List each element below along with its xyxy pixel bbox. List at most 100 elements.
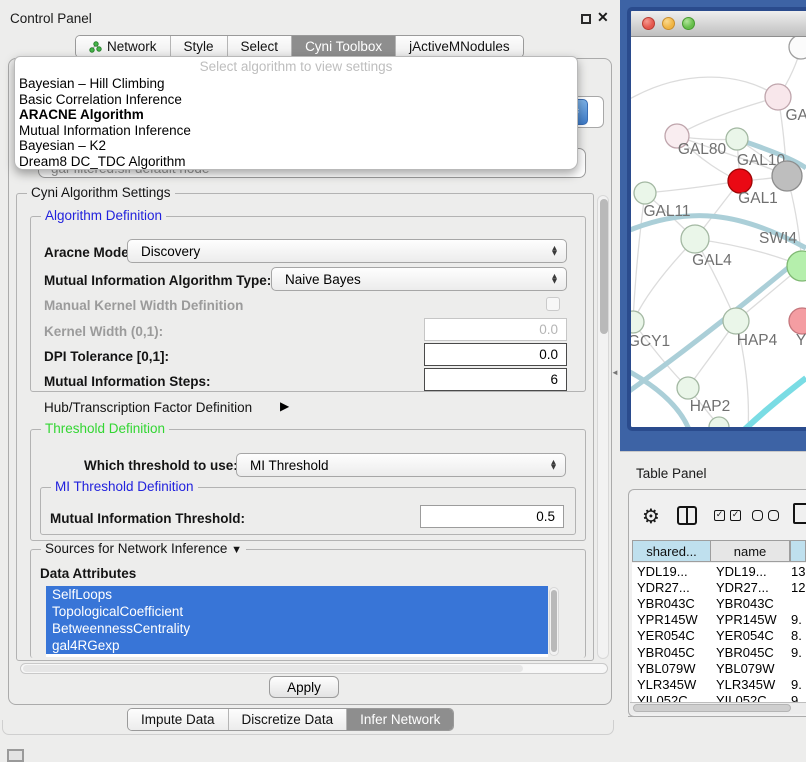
network-graph[interactable]: GALGAL80GAL10GAL1GAL11SWI4GAL4GCY1HAP4YH… [631, 37, 806, 427]
settings-gear-icon[interactable]: ⚙ [642, 504, 660, 528]
network-edge[interactable] [645, 181, 740, 193]
column-header-clipped[interactable] [790, 540, 806, 562]
table-hscrollbar-thumb[interactable] [633, 704, 791, 712]
table-cell: YBR043C [711, 596, 788, 611]
split-columns-icon[interactable] [677, 506, 697, 525]
table-row[interactable]: YDL19...YDL19...13 [632, 563, 806, 579]
hub-definition-label[interactable]: Hub/Transcription Factor Definition [44, 400, 252, 415]
network-window-titlebar[interactable] [631, 11, 806, 37]
aracne-mode-combo[interactable]: Discovery ▲▼ [127, 239, 567, 263]
table-row[interactable]: YDR27...YDR27...12 [632, 579, 806, 595]
dropdown-item-bayesian-k2[interactable]: Bayesian – K2 [15, 138, 577, 154]
network-edge[interactable] [677, 97, 778, 136]
kernel-width-label: Kernel Width (0,1): [44, 324, 163, 339]
checked-box-icon[interactable]: ✓ [714, 510, 725, 521]
dropdown-item-mutual-information-inference[interactable]: Mutual Information Inference [15, 123, 577, 139]
table-row[interactable]: YPR145WYPR145W9. [632, 612, 806, 628]
network-node-hap2[interactable] [677, 377, 699, 399]
close-traffic-light[interactable] [642, 17, 655, 30]
network-icon [89, 41, 102, 53]
attr-list-vscrollbar[interactable] [549, 587, 559, 656]
node-table: YDL19...YDL19...13YDR27...YDR27...12YBR0… [632, 563, 806, 702]
close-panel-icon[interactable]: ✕ [597, 9, 609, 26]
table-cell: YER054C [711, 628, 788, 643]
network-node-gcy1[interactable] [631, 311, 644, 333]
table-cell: 9. [788, 612, 806, 627]
kernel-width-field[interactable]: 0.0 [424, 318, 567, 341]
table-row[interactable]: YLR345WYLR345W9. [632, 676, 806, 692]
minimize-traffic-light[interactable] [662, 17, 675, 30]
table-cell: 12 [788, 580, 806, 595]
dropdown-item-aracne-algorithm[interactable]: ARACNE Algorithm [15, 107, 577, 123]
file-icon[interactable] [793, 503, 806, 524]
settings-hscrollbar-thumb[interactable] [23, 665, 523, 672]
network-node-gal10[interactable] [726, 128, 748, 150]
table-row[interactable]: YBL079WYBL079W [632, 660, 806, 676]
table-cell: YBL079W [632, 661, 711, 676]
network-node-y[interactable] [789, 308, 806, 334]
combo-arrows-icon: ▲▼ [552, 274, 566, 285]
table-row[interactable]: YIL052CYIL052C9 [632, 693, 806, 703]
node-label-gal: GAL [785, 107, 806, 124]
control-panel-tabs: NetworkStyleSelectCyni ToolboxjActiveMNo… [75, 35, 524, 58]
tab-network[interactable]: Network [76, 36, 170, 57]
tab-cyni-toolbox[interactable]: Cyni Toolbox [291, 36, 395, 57]
dropdown-item-dream8-dc-tdc-algorithm[interactable]: Dream8 DC_TDC Algorithm [15, 154, 577, 170]
network-edge[interactable] [633, 239, 695, 322]
tab-jactivemnodules[interactable]: jActiveMNodules [395, 36, 523, 57]
dpi-tolerance-field[interactable]: 0.0 [424, 343, 567, 366]
table-cell: YIL052C [711, 693, 788, 702]
dropdown-item-bayesian-hill-climbing[interactable]: Bayesian – Hill Climbing [15, 76, 577, 92]
settings-vscrollbar-thumb[interactable] [600, 199, 608, 334]
column-header-name[interactable]: name [711, 540, 790, 562]
splitpane-collapse-icon[interactable]: ◄ [611, 368, 619, 377]
attr-item-topologicalcoefficient[interactable]: TopologicalCoefficient [46, 603, 548, 620]
unchecked-box-icon[interactable] [752, 510, 763, 521]
network-node[interactable] [709, 417, 729, 427]
network-view-window[interactable]: GALGAL80GAL10GAL1GAL11SWI4GAL4GCY1HAP4YH… [627, 7, 806, 431]
which-threshold-combo[interactable]: MI Threshold ▲▼ [236, 453, 566, 477]
combo-arrows-icon: ▲▼ [551, 460, 565, 471]
table-row[interactable]: YBR045CYBR045C9. [632, 644, 806, 660]
tab-style[interactable]: Style [170, 36, 227, 57]
table-cell: YDL19... [711, 564, 788, 579]
attr-item-betweennesscentrality[interactable]: BetweennessCentrality [46, 620, 548, 637]
docked-panel-icon[interactable] [7, 749, 24, 762]
manual-kernel-label: Manual Kernel Width Definition [44, 298, 243, 313]
table-panel-title: Table Panel [636, 466, 707, 481]
attr-item-selfloops[interactable]: SelfLoops [46, 586, 548, 603]
settings-vscrollbar[interactable] [597, 195, 609, 659]
network-edge[interactable] [742, 378, 806, 427]
expand-right-icon[interactable]: ▶ [280, 399, 289, 413]
network-node-hap4[interactable] [723, 308, 749, 334]
attr-item-gal4rgexp[interactable]: gal4RGexp [46, 637, 548, 654]
unchecked-box-icon[interactable] [768, 510, 779, 521]
mi-type-combo[interactable]: Naive Bayes ▲▼ [271, 267, 567, 291]
table-row[interactable]: YER054CYER054C8. [632, 628, 806, 644]
zoom-traffic-light[interactable] [682, 17, 695, 30]
table-cell: 8. [788, 628, 806, 643]
aracne-mode-label: Aracne Mode: [44, 245, 133, 260]
network-edge[interactable] [631, 77, 778, 100]
apply-button[interactable]: Apply [269, 676, 339, 698]
network-node-gal11[interactable] [634, 182, 656, 204]
column-header-shared...[interactable]: shared... [632, 540, 711, 562]
mi-steps-field[interactable]: 6 [424, 368, 567, 391]
table-cell: YBR045C [711, 645, 788, 660]
table-row[interactable]: YBR043CYBR043C [632, 595, 806, 611]
manual-kernel-checkbox[interactable] [546, 297, 560, 311]
table-cell: 9 [788, 693, 806, 702]
collapse-down-icon[interactable]: ▼ [231, 544, 242, 556]
attr-list-vscrollbar-thumb[interactable] [551, 590, 557, 652]
dropdown-placeholder: Select algorithm to view settings [15, 59, 577, 76]
tab-select[interactable]: Select [227, 36, 292, 57]
table-cell: YBL079W [711, 661, 788, 676]
checked-box-icon[interactable]: ✓ [730, 510, 741, 521]
network-node[interactable] [772, 161, 802, 191]
float-panel-icon[interactable] [581, 14, 591, 24]
network-node-gal4[interactable] [681, 225, 709, 253]
network-node[interactable] [789, 37, 806, 59]
threshold-definition-legend: Threshold Definition [41, 421, 169, 436]
dropdown-item-basic-correlation-inference[interactable]: Basic Correlation Inference [15, 92, 577, 108]
mi-threshold-field[interactable]: 0.5 [420, 505, 564, 528]
